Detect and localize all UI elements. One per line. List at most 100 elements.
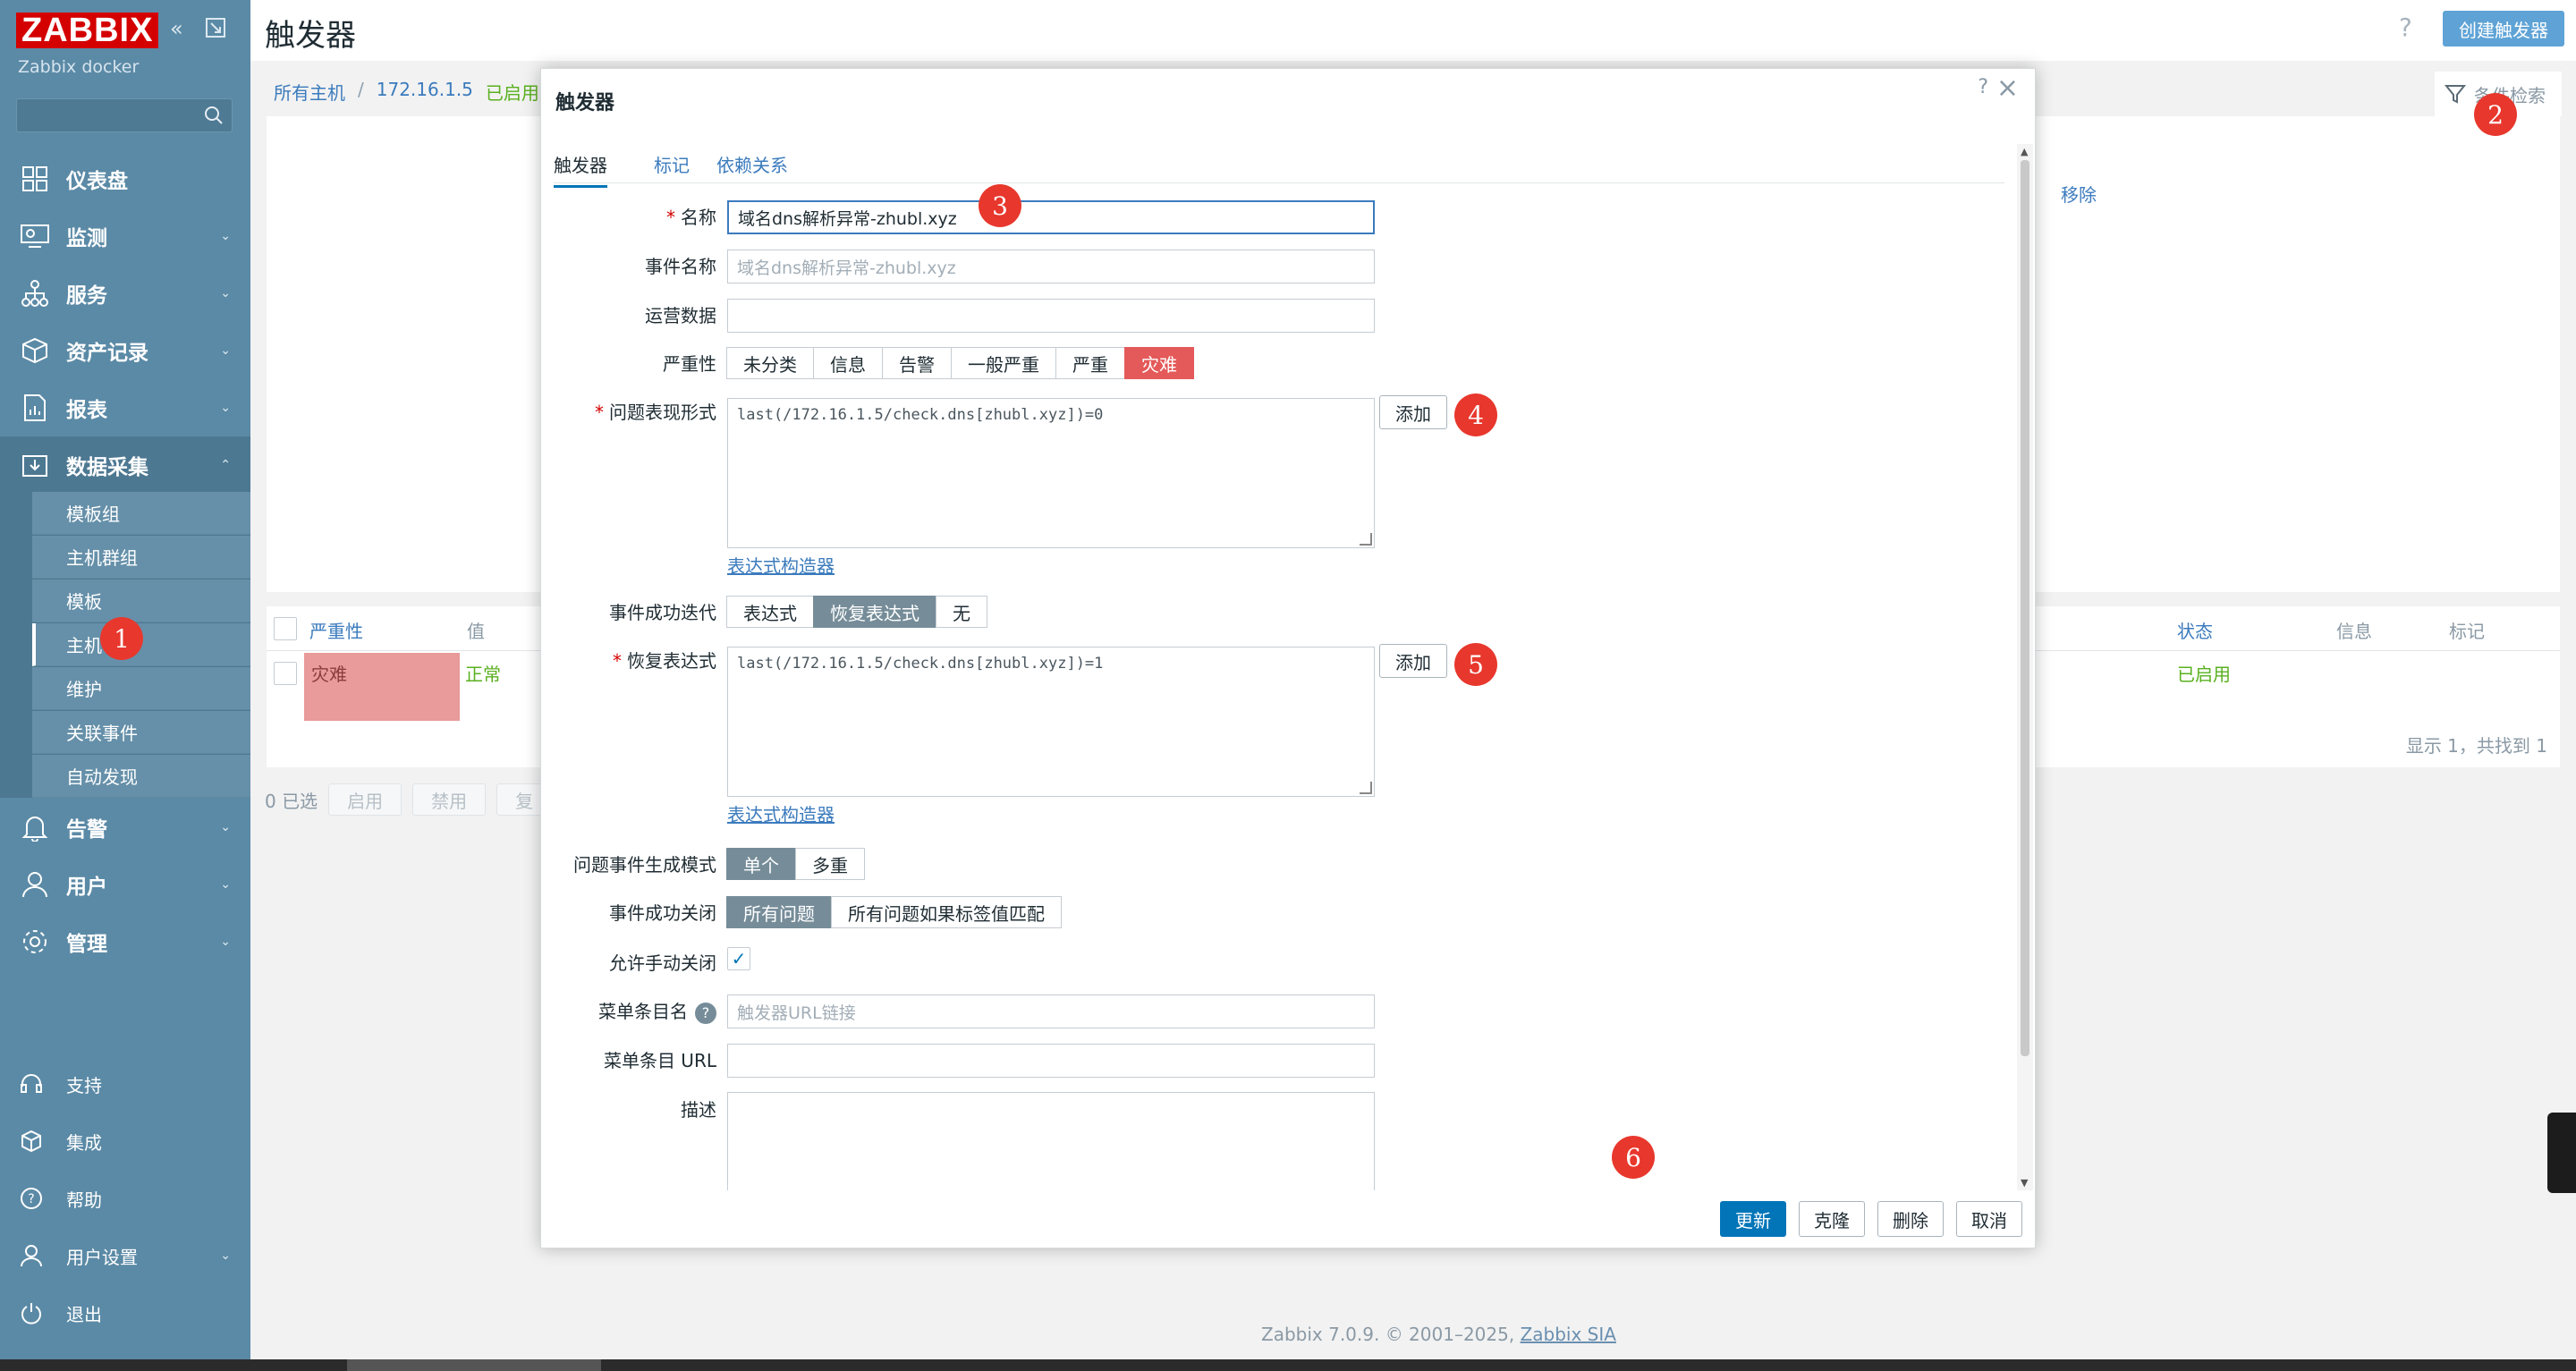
bell-icon [18,810,52,844]
annotation-badge: 4 [1454,394,1497,436]
kiosk-mode-icon[interactable] [204,16,227,45]
ok-close-tag-match[interactable]: 所有问题如果标签值匹配 [831,896,1062,928]
annotation-badge: 3 [979,184,1021,227]
create-trigger-button[interactable]: 创建触发器 [2443,11,2564,47]
search-icon[interactable] [203,105,225,126]
add-recovery-expression-button[interactable]: 添加 [1379,644,1447,678]
event-name-input[interactable]: 域名dns解析异常-zhubl.xyz [727,250,1375,284]
menu-user-settings[interactable]: 用户设置 ⌄ [0,1231,250,1281]
dialog-help-icon[interactable]: ? [1978,76,1988,98]
ok-event-none[interactable]: 无 [936,596,987,628]
chevron-down-icon: ⌄ [220,1248,231,1263]
help-icon[interactable]: ? [695,1002,716,1024]
name-label: * 名称 [666,207,716,228]
power-icon [18,1299,45,1326]
submenu-maintenance[interactable]: 维护 [32,667,250,710]
svg-text:?: ? [28,1192,34,1206]
scroll-down-icon[interactable]: ▼ [2021,1177,2028,1189]
severity-disaster[interactable]: 灾难 [1124,347,1194,379]
breadcrumb-host[interactable]: 172.16.1.5 [377,79,473,105]
zabbix-logo[interactable]: ZABBIX [16,13,159,48]
menu-reports[interactable]: 报表 ⌄ [0,379,250,436]
ok-close-selector: 所有问题 所有问题如果标签值匹配 [726,896,1062,928]
menu-sign-out[interactable]: 退出 [0,1288,250,1338]
problem-expression-label: * 问题表现形式 [595,402,716,423]
breadcrumb-all-hosts[interactable]: 所有主机 [274,79,345,105]
problem-expression-textarea[interactable]: last(/172.16.1.5/check.dns[zhubl.xyz])=0 [727,398,1375,548]
menu-dashboard[interactable]: 仪表盘 [0,150,250,207]
chevron-up-icon: ⌃ [220,458,231,472]
submenu-template-groups[interactable]: 模板组 [32,492,250,535]
menu-url-input[interactable] [727,1044,1375,1078]
submenu-host-groups[interactable]: 主机群组 [32,536,250,579]
chevron-down-icon: ⌄ [220,286,231,300]
menu-label: 资产记录 [66,342,148,365]
menu-help[interactable]: ? 帮助 [0,1173,250,1223]
submenu-event-correlation[interactable]: 关联事件 [32,711,250,754]
menu-monitoring[interactable]: 监测 ⌄ [0,207,250,265]
add-problem-expression-button[interactable]: 添加 [1379,395,1447,429]
submenu-discovery[interactable]: 自动发现 [32,755,250,798]
menu-data-collection[interactable]: 数据采集 ⌃ [0,436,250,494]
footer-link[interactable]: Zabbix SIA [1521,1324,1616,1345]
clone-button[interactable]: 克隆 [1799,1201,1865,1237]
enable-button[interactable]: 启用 [328,783,402,816]
annotation-badge: 5 [1454,643,1497,686]
menu-inventory[interactable]: 资产记录 ⌄ [0,322,250,379]
severity-high[interactable]: 严重 [1055,347,1125,379]
annotation-badge: 6 [1612,1136,1655,1179]
recovery-expression-builder-link[interactable]: 表达式构造器 [727,800,835,826]
menu-integrations[interactable]: 集成 [0,1116,250,1166]
col-tags: 标记 [2449,621,2485,642]
ok-event-expression[interactable]: 表达式 [726,596,814,628]
manual-close-checkbox[interactable]: ✓ [727,947,750,970]
menu-alerts[interactable]: 告警 ⌄ [0,799,250,856]
taskbar-tab[interactable] [347,1359,601,1371]
name-input[interactable]: 域名dns解析异常-zhubl.xyz [727,200,1375,234]
submenu-templates[interactable]: 模板 [32,580,250,622]
row-checkbox[interactable] [274,662,297,685]
select-all-checkbox[interactable] [274,617,297,640]
disable-button[interactable]: 禁用 [412,783,487,816]
menu-services[interactable]: 服务 ⌄ [0,265,250,322]
menu-users[interactable]: 用户 ⌄ [0,856,250,913]
recovery-expression-textarea[interactable]: last(/172.16.1.5/check.dns[zhubl.xyz])=1 [727,647,1375,797]
remove-link[interactable]: 移除 [2061,181,2097,207]
col-status[interactable]: 状态 [2177,617,2213,643]
side-widget[interactable] [2547,1113,2576,1193]
ok-close-all-problems[interactable]: 所有问题 [726,896,832,928]
opdata-input[interactable] [727,299,1375,333]
user-icon [18,1242,45,1269]
problem-mode-selector: 单个 多重 [726,848,865,880]
report-icon [18,391,52,425]
help-icon[interactable]: ? [2399,13,2412,42]
severity-selector: 未分类 信息 告警 一般严重 严重 灾难 [726,347,1194,379]
update-button[interactable]: 更新 [1720,1201,1786,1237]
breadcrumb-enabled[interactable]: 已启用 [486,79,539,105]
severity-average[interactable]: 一般严重 [951,347,1056,379]
menu-name-input[interactable]: 触发器URL链接 [727,994,1375,1028]
severity-not-classified[interactable]: 未分类 [726,347,814,379]
dialog-scrollbar[interactable]: ▲ ▼ [2017,144,2033,1190]
sidebar-search-input[interactable] [16,98,233,132]
tab-trigger[interactable]: 触发器 [554,151,607,188]
menu-administration[interactable]: 管理 ⌄ [0,913,250,970]
close-icon[interactable]: × [1996,72,2019,104]
scroll-up-icon[interactable]: ▲ [2021,146,2028,157]
problem-mode-single[interactable]: 单个 [726,848,796,880]
delete-button[interactable]: 删除 [1877,1201,1944,1237]
description-textarea[interactable] [727,1092,1375,1190]
tab-tags[interactable]: 标记 [654,151,690,177]
scroll-thumb[interactable] [2021,160,2029,1056]
collapse-sidebar-icon[interactable]: « [170,16,183,41]
problem-mode-multiple[interactable]: 多重 [795,848,865,880]
menu-support[interactable]: 支持 [0,1059,250,1109]
severity-warning[interactable]: 告警 [882,347,952,379]
col-severity[interactable]: 严重性 [309,617,363,643]
expression-builder-link[interactable]: 表达式构造器 [727,552,835,578]
severity-information[interactable]: 信息 [813,347,883,379]
ok-event-recovery-expression[interactable]: 恢复表达式 [813,596,936,628]
status-cell[interactable]: 已启用 [2177,660,2231,686]
cancel-button[interactable]: 取消 [1956,1201,2022,1237]
tab-dependencies[interactable]: 依赖关系 [716,151,788,177]
